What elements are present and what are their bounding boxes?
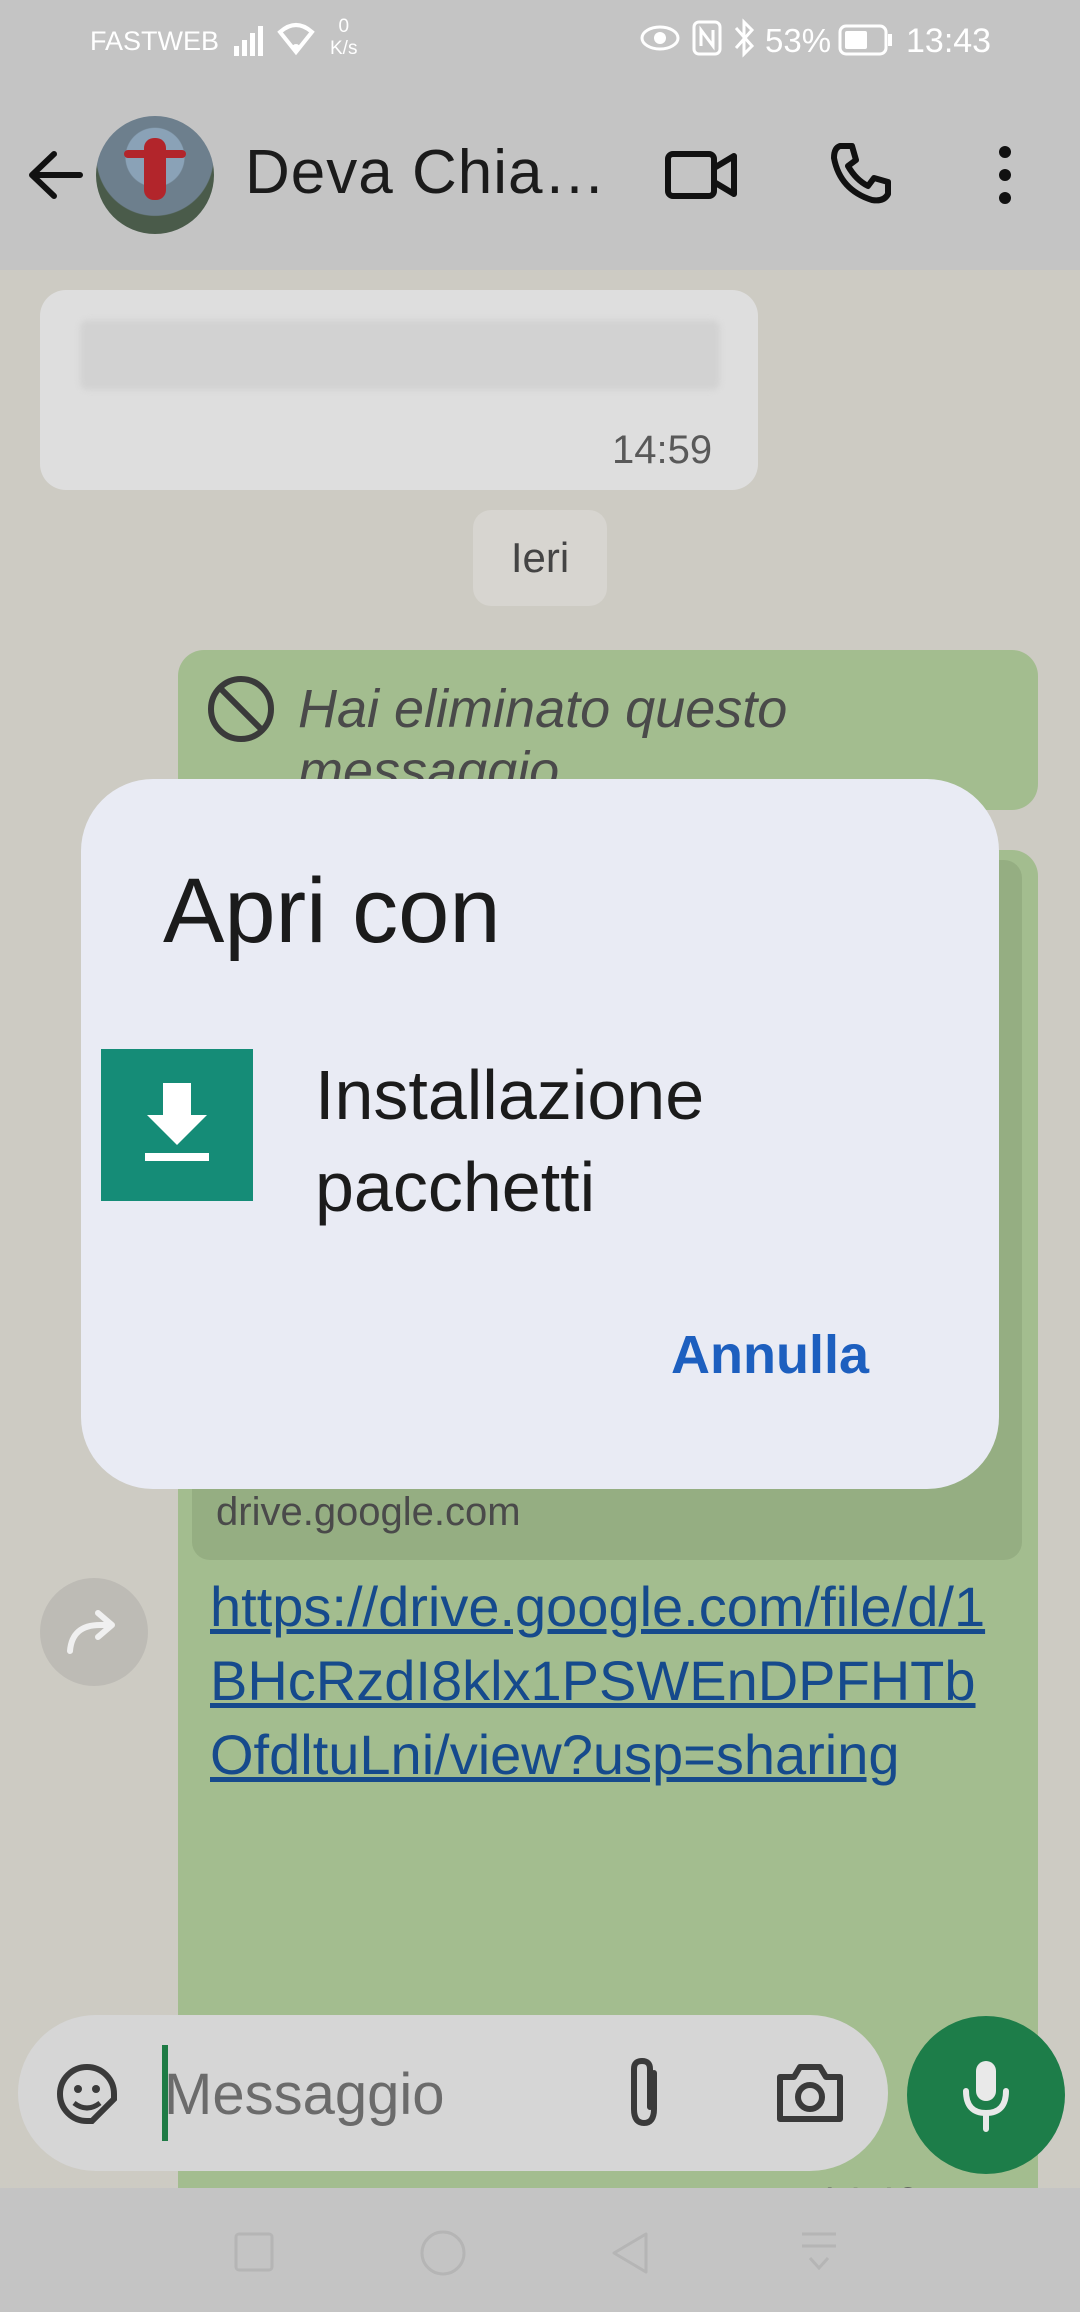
battery-percentage: 53% — [765, 22, 832, 59]
message-input-bar[interactable]: Messaggio — [18, 2015, 888, 2171]
chat-header: Deva Chia… — [0, 80, 1080, 270]
deleted-icon — [208, 676, 274, 742]
camera-icon[interactable] — [774, 2059, 846, 2125]
incoming-message[interactable]: 14:59 — [40, 290, 758, 490]
app-option-package-installer[interactable]: Installazione pacchetti — [101, 1049, 801, 1229]
forward-button[interactable] — [40, 1578, 148, 1686]
link-domain: drive.google.com — [216, 1490, 521, 1534]
app-option-label: Installazione pacchetti — [315, 1056, 705, 1226]
battery-icon — [838, 24, 892, 56]
bluetooth-icon — [734, 18, 755, 58]
system-navigation-bar — [0, 2188, 1080, 2312]
nfc-icon — [692, 20, 722, 56]
contact-avatar[interactable] — [96, 116, 214, 234]
back-arrow-icon[interactable] — [26, 146, 84, 204]
contact-name[interactable]: Deva Chia… — [245, 137, 606, 208]
status-bar: FASTWEB 0 K/s 53% 13:43 — [0, 0, 1080, 80]
overflow-menu-icon[interactable] — [990, 142, 1020, 208]
signal-icon — [234, 26, 263, 56]
attach-icon[interactable] — [620, 2055, 670, 2131]
carrier-name: FASTWEB — [90, 26, 220, 56]
date-separator: Ieri — [473, 510, 607, 606]
eye-icon — [640, 25, 680, 51]
message-time: 14:59 — [612, 428, 713, 472]
message-link[interactable]: https://drive.google.com/file/d/1BHcRzdI… — [210, 1570, 1010, 1792]
forward-icon — [67, 1610, 115, 1654]
recents-icon[interactable] — [232, 2230, 276, 2274]
cancel-button[interactable]: Annulla — [671, 1324, 869, 1386]
home-icon[interactable] — [418, 2228, 468, 2278]
wifi-icon — [277, 23, 315, 56]
notification-pull-icon[interactable] — [796, 2228, 842, 2278]
open-with-dialog: Apri con Installazione pacchetti Annulla — [81, 779, 999, 1489]
back-icon[interactable] — [606, 2228, 652, 2278]
network-speed: 0 K/s — [330, 16, 358, 59]
dialog-title: Apri con — [163, 860, 501, 962]
video-call-icon[interactable] — [664, 148, 738, 202]
blurred-message-text — [80, 320, 720, 390]
voice-message-button[interactable] — [907, 2016, 1065, 2174]
message-input[interactable]: Messaggio — [164, 2061, 444, 2128]
clock: 13:43 — [906, 22, 992, 60]
microphone-icon — [963, 2061, 1009, 2132]
download-icon — [101, 1049, 253, 1201]
phone-call-icon[interactable] — [828, 140, 894, 206]
sticker-icon[interactable] — [52, 2059, 122, 2129]
